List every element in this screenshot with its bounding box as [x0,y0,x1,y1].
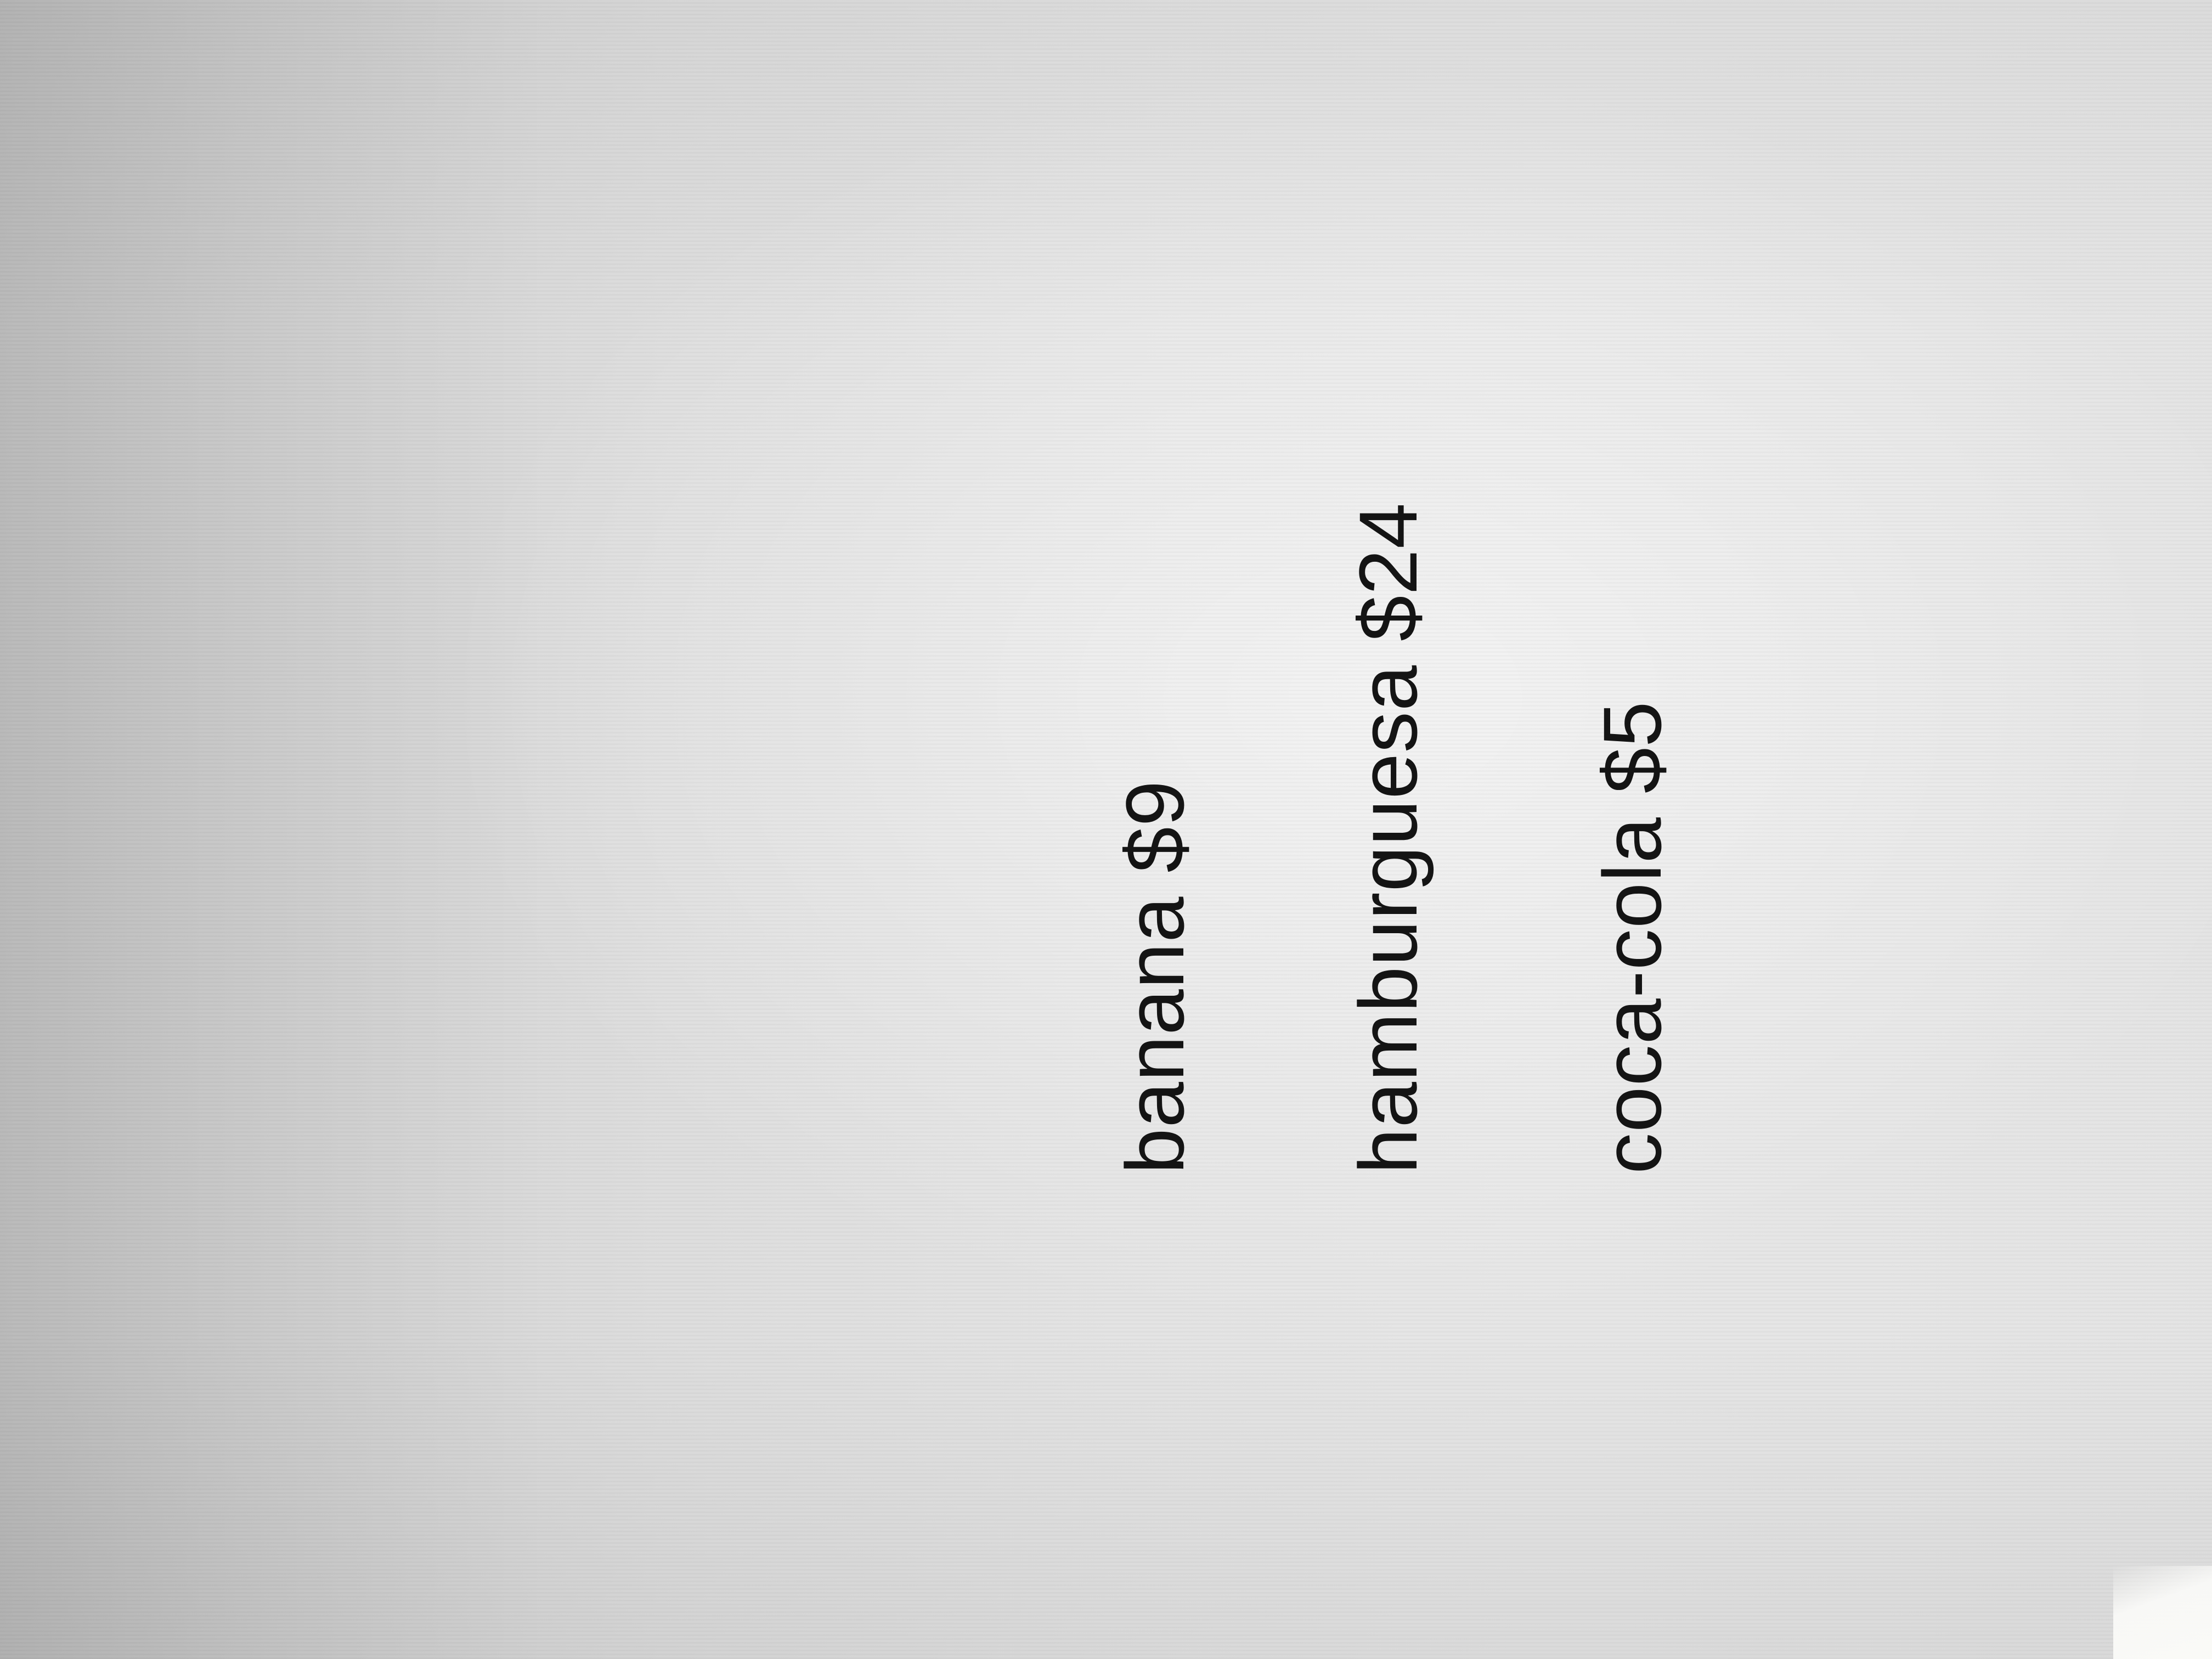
lighting-shadow [0,0,2212,1659]
screen-texture [0,0,2212,1659]
list-item-coca-cola: coca-cola $5 [1586,701,1678,1175]
list-item-hamburguesa: hamburguesa $24 [1342,502,1434,1174]
list-item-banana: banana $9 [1109,780,1201,1174]
light-glare [2113,1566,2212,1659]
